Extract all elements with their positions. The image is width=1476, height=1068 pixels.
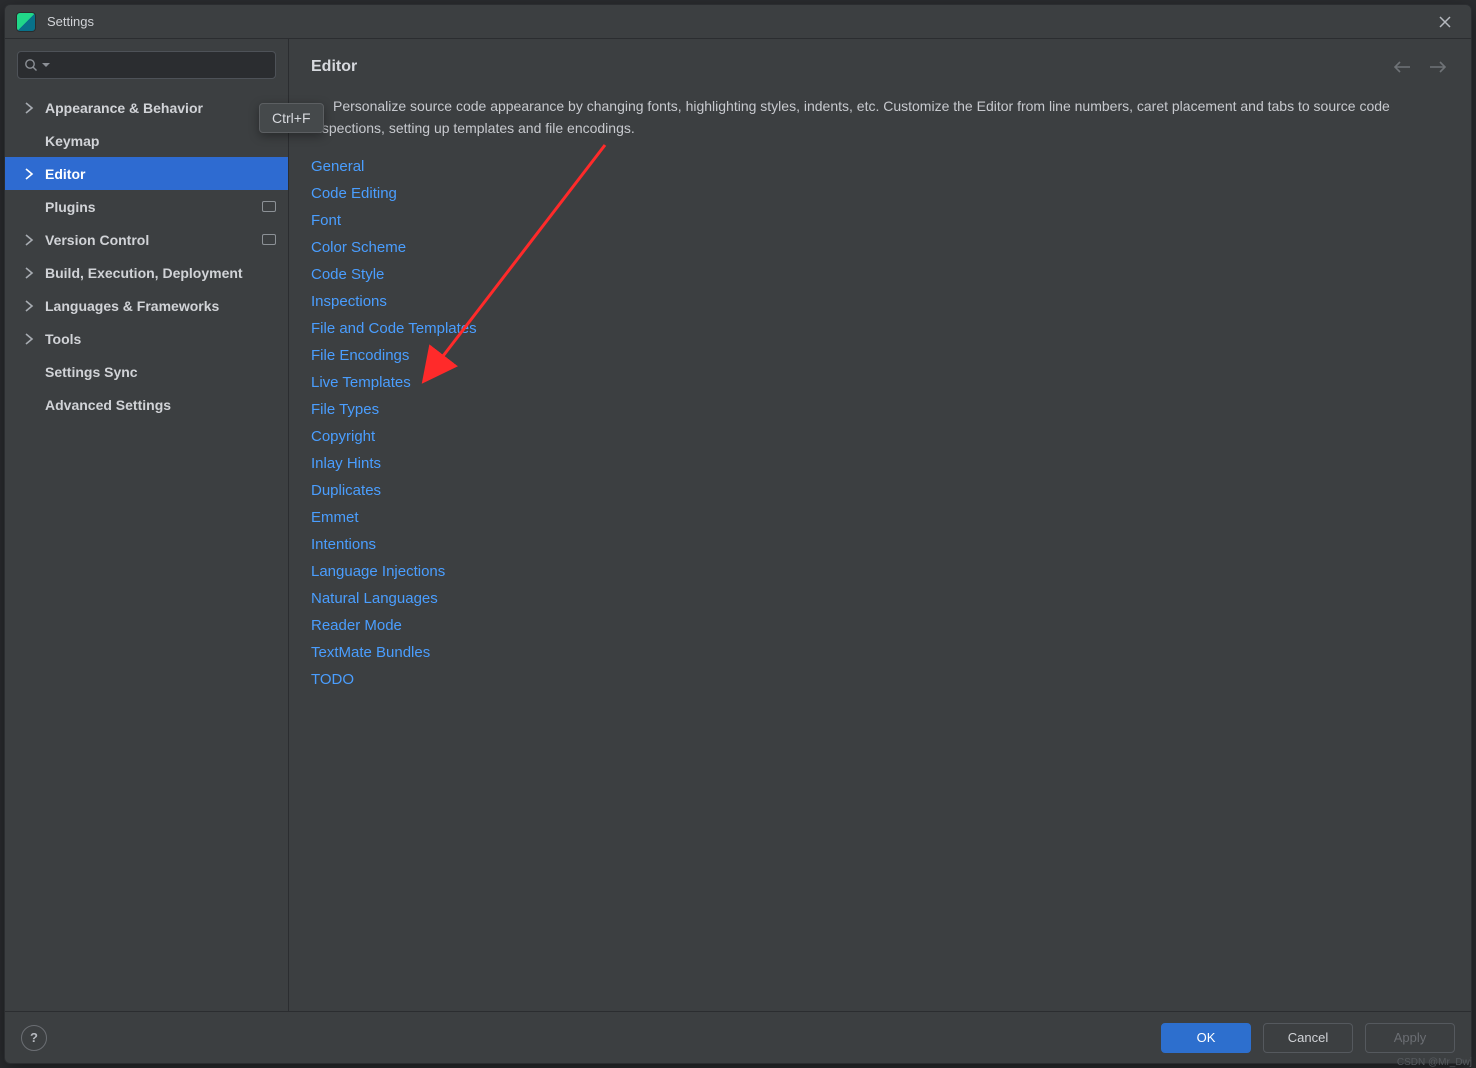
- chevron-right-icon: [23, 168, 35, 180]
- ok-button[interactable]: OK: [1161, 1023, 1251, 1053]
- sidebar-item-label: Appearance & Behavior: [45, 100, 203, 116]
- sidebar-item-keymap[interactable]: Keymap: [5, 124, 288, 157]
- history-nav: [1391, 56, 1449, 78]
- close-button[interactable]: [1431, 8, 1459, 36]
- arrow-right-icon: [1429, 60, 1447, 74]
- chevron-right-icon: [23, 267, 35, 279]
- help-icon: ?: [30, 1030, 38, 1045]
- content-body: Personalize source code appearance by ch…: [289, 95, 1471, 1011]
- content-panel: Editor Personalize source code appearanc…: [289, 39, 1471, 1011]
- watermark: CSDN @Mr_Dwj: [1397, 1057, 1472, 1068]
- editor-link-language-injections[interactable]: Language Injections: [311, 558, 1449, 585]
- sidebar-item-label: Settings Sync: [45, 364, 138, 380]
- sidebar-item-tools[interactable]: Tools: [5, 322, 288, 355]
- apply-button[interactable]: Apply: [1365, 1023, 1455, 1053]
- editor-link-intentions[interactable]: Intentions: [311, 531, 1449, 558]
- settings-tree[interactable]: Appearance & Behavior Keymap Editor Plugins…: [5, 89, 288, 1011]
- settings-dialog: Settings Appearance & Behavior Keymap Edit…: [4, 4, 1472, 1064]
- sidebar: Appearance & Behavior Keymap Editor Plugins…: [5, 39, 289, 1011]
- sidebar-item-plugins[interactable]: Plugins: [5, 190, 288, 223]
- sidebar-item-label: Version Control: [45, 232, 149, 248]
- editor-link-copyright[interactable]: Copyright: [311, 423, 1449, 450]
- app-icon: [17, 13, 35, 31]
- help-button[interactable]: ?: [21, 1025, 47, 1051]
- editor-link-natural-languages[interactable]: Natural Languages: [311, 585, 1449, 612]
- sidebar-item-advanced-settings[interactable]: Advanced Settings: [5, 388, 288, 421]
- chevron-right-icon: [23, 333, 35, 345]
- chevron-right-icon: [23, 234, 35, 246]
- project-scope-icon: [262, 201, 276, 212]
- sidebar-item-label: Plugins: [45, 199, 96, 215]
- sidebar-item-label: Advanced Settings: [45, 397, 171, 413]
- editor-link-file-types[interactable]: File Types: [311, 396, 1449, 423]
- close-icon: [1439, 16, 1451, 28]
- search-input[interactable]: [52, 57, 269, 74]
- dialog-footer: ? OK Cancel Apply: [5, 1011, 1471, 1063]
- editor-link-reader-mode[interactable]: Reader Mode: [311, 612, 1449, 639]
- chevron-right-icon: [23, 102, 35, 114]
- editor-subpage-list: GeneralCode EditingFontColor SchemeCode …: [311, 153, 1449, 693]
- project-scope-icon: [262, 234, 276, 245]
- editor-link-textmate-bundles[interactable]: TextMate Bundles: [311, 639, 1449, 666]
- shortcut-tooltip: Ctrl+F: [259, 103, 324, 133]
- editor-link-file-and-code-templates[interactable]: File and Code Templates: [311, 315, 1449, 342]
- sidebar-item-label: Editor: [45, 166, 85, 182]
- search-icon: [24, 58, 38, 72]
- editor-link-live-templates[interactable]: Live Templates: [311, 369, 1449, 396]
- sidebar-item-languages-frameworks[interactable]: Languages & Frameworks: [5, 289, 288, 322]
- editor-link-inspections[interactable]: Inspections: [311, 288, 1449, 315]
- editor-link-code-style[interactable]: Code Style: [311, 261, 1449, 288]
- titlebar: Settings: [5, 5, 1471, 39]
- sidebar-item-editor[interactable]: Editor: [5, 157, 288, 190]
- page-title: Editor: [311, 58, 357, 76]
- chevron-right-icon: [23, 300, 35, 312]
- sidebar-item-build-execution-deployment[interactable]: Build, Execution, Deployment: [5, 256, 288, 289]
- sidebar-item-label: Build, Execution, Deployment: [45, 265, 243, 281]
- sidebar-item-label: Languages & Frameworks: [45, 298, 219, 314]
- content-header: Editor: [289, 39, 1471, 95]
- editor-link-todo[interactable]: TODO: [311, 666, 1449, 693]
- sidebar-item-version-control[interactable]: Version Control: [5, 223, 288, 256]
- sidebar-item-settings-sync[interactable]: Settings Sync: [5, 355, 288, 388]
- chevron-down-icon: [42, 61, 50, 69]
- editor-link-color-scheme[interactable]: Color Scheme: [311, 234, 1449, 261]
- editor-link-general[interactable]: General: [311, 153, 1449, 180]
- editor-link-emmet[interactable]: Emmet: [311, 504, 1449, 531]
- editor-link-duplicates[interactable]: Duplicates: [311, 477, 1449, 504]
- editor-link-file-encodings[interactable]: File Encodings: [311, 342, 1449, 369]
- page-description: Personalize source code appearance by ch…: [311, 95, 1449, 139]
- editor-link-inlay-hints[interactable]: Inlay Hints: [311, 450, 1449, 477]
- forward-button[interactable]: [1427, 56, 1449, 78]
- sidebar-item-label: Tools: [45, 331, 81, 347]
- sidebar-item-appearance-behavior[interactable]: Appearance & Behavior: [5, 91, 288, 124]
- dialog-body: Appearance & Behavior Keymap Editor Plugins…: [5, 39, 1471, 1011]
- window-title: Settings: [47, 14, 94, 29]
- editor-link-font[interactable]: Font: [311, 207, 1449, 234]
- search-field[interactable]: [17, 51, 276, 79]
- search-wrap: [5, 51, 288, 89]
- sidebar-item-label: Keymap: [45, 133, 99, 149]
- arrow-left-icon: [1393, 60, 1411, 74]
- back-button[interactable]: [1391, 56, 1413, 78]
- cancel-button[interactable]: Cancel: [1263, 1023, 1353, 1053]
- editor-link-code-editing[interactable]: Code Editing: [311, 180, 1449, 207]
